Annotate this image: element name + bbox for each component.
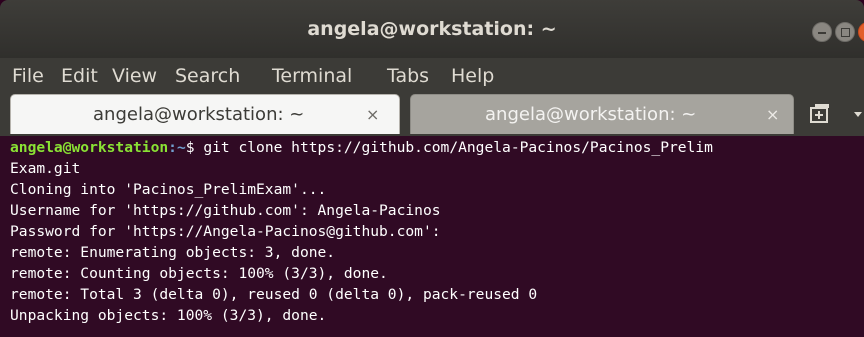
output-line: Exam.git bbox=[10, 160, 81, 177]
output-line: remote: Total 3 (delta 0), reused 0 (del… bbox=[10, 286, 538, 303]
chevron-down-icon[interactable] bbox=[851, 104, 864, 124]
window-title: angela@workstation: ~ bbox=[307, 18, 557, 40]
prompt-symbol: $ bbox=[185, 139, 204, 156]
terminal-output[interactable]: angela@workstation:~$ git clone https://… bbox=[0, 136, 864, 337]
new-tab-icon[interactable] bbox=[809, 102, 831, 126]
minimize-icon bbox=[813, 23, 831, 41]
output-line: Unpacking objects: 100% (3/3), done. bbox=[10, 307, 327, 324]
menu-edit[interactable]: Edit bbox=[61, 58, 98, 94]
output-line: remote: Counting objects: 100% (3/3), do… bbox=[10, 265, 388, 282]
menu-view[interactable]: View bbox=[112, 58, 157, 94]
tab-bar: angela@workstation: ~ × angela@workstati… bbox=[0, 94, 864, 136]
tab-2-label: angela@workstation: ~ bbox=[485, 104, 697, 125]
output-line: Password for 'https://Angela-Pacinos@git… bbox=[10, 223, 441, 240]
command-line: angela@workstation:~$ git clone https://… bbox=[10, 138, 713, 158]
menu-search[interactable]: Search bbox=[175, 58, 240, 94]
tab-2-close-icon[interactable]: × bbox=[766, 95, 779, 135]
tab-2[interactable]: angela@workstation: ~ × bbox=[410, 94, 794, 134]
prompt-path: :~ bbox=[168, 139, 186, 156]
output-line: remote: Enumerating objects: 3, done. bbox=[10, 244, 336, 261]
tab-1-label: angela@workstation: ~ bbox=[93, 104, 305, 125]
menu-bar: File Edit View Search Terminal Tabs Help bbox=[0, 58, 864, 94]
close-button[interactable] bbox=[858, 22, 864, 42]
command-text: git clone https://github.com/Angela-Paci… bbox=[203, 139, 713, 156]
output-line: Cloning into 'Pacinos_PrelimExam'... bbox=[10, 181, 327, 198]
menu-help[interactable]: Help bbox=[451, 58, 494, 94]
menu-tabs[interactable]: Tabs bbox=[387, 58, 429, 94]
output-line: Username for 'https://github.com': Angel… bbox=[10, 202, 441, 219]
menu-file[interactable]: File bbox=[12, 58, 44, 94]
tab-1[interactable]: angela@workstation: ~ × bbox=[10, 94, 400, 134]
title-bar[interactable]: angela@workstation: ~ bbox=[0, 0, 864, 58]
minimize-button[interactable] bbox=[812, 22, 832, 42]
tab-1-close-icon[interactable]: × bbox=[366, 95, 379, 135]
maximize-icon bbox=[836, 23, 854, 41]
maximize-button[interactable] bbox=[835, 22, 855, 42]
menu-terminal[interactable]: Terminal bbox=[272, 58, 352, 94]
close-icon bbox=[859, 23, 864, 41]
terminal-window: angela@workstation: ~ File Edit View Sea… bbox=[0, 0, 864, 337]
prompt-user: angela@workstation bbox=[10, 139, 169, 156]
